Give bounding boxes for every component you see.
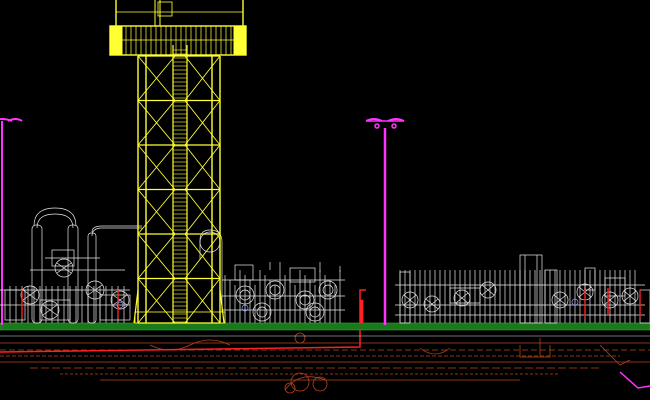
ground-slab [0,322,650,331]
cad-drawing-canvas [0,0,650,400]
cad-elevation-drawing [0,0,650,400]
background [0,0,650,400]
